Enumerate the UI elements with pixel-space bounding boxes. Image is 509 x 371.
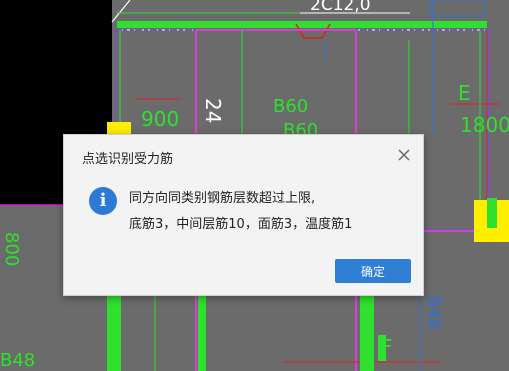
message-line-2: 底筋3，中间层筋10，面筋3，温度筋1	[129, 217, 353, 232]
dim-24-label: 24	[201, 98, 225, 123]
b60-label: B60	[273, 96, 308, 117]
green-column-bottom-right	[360, 294, 374, 371]
e-mark-label: E	[458, 81, 471, 105]
green-column-bottom-far	[378, 335, 386, 361]
left-800-label: 800	[1, 232, 22, 266]
info-icon: i	[89, 187, 117, 215]
message-line-1: 同方向同类别钢筋层数超过上限,	[129, 191, 316, 206]
dialog-window: 点选识别受力筋 i 同方向同类别钢筋层数超过上限, 底筋3，中间层筋10，面筋3…	[63, 134, 424, 296]
close-icon	[398, 149, 410, 161]
top-rebar-label: 2C12,0	[310, 0, 371, 15]
white-leader-line	[111, 0, 131, 23]
ok-button[interactable]: 确定	[335, 259, 411, 283]
green-block-right	[487, 198, 497, 228]
dim-1800-label: 1800	[460, 113, 509, 137]
close-button[interactable]	[396, 147, 412, 163]
green-beam-top	[117, 21, 487, 28]
b48-label: B48	[0, 350, 35, 371]
dialog-title: 点选识别受力筋	[82, 152, 174, 167]
blue-box-top	[429, 0, 486, 17]
green-column-bottom-left	[107, 294, 121, 371]
right-b48-label: B48	[423, 295, 444, 330]
green-column-bottom-mid	[198, 294, 206, 371]
dim-900-label: 900	[141, 107, 179, 131]
info-icon-glyph: i	[99, 190, 107, 211]
